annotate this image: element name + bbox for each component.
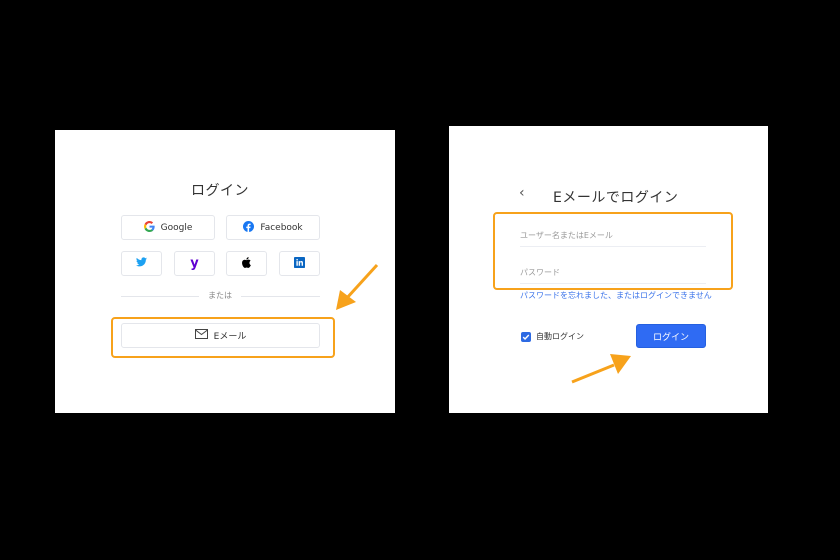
twitter-icon: [136, 257, 147, 270]
facebook-login-button[interactable]: Facebook: [226, 215, 320, 240]
login-button[interactable]: ログイン: [636, 324, 706, 348]
email-button-label: Eメール: [213, 332, 247, 342]
linkedin-login-button[interactable]: [279, 251, 320, 276]
login-title: ログイン: [191, 183, 249, 199]
arrow-annotation-icon: [336, 263, 379, 310]
divider-left: [121, 296, 199, 297]
email-login-title: Eメールでログイン: [553, 190, 679, 206]
mail-icon: [194, 329, 208, 342]
forgot-password-link[interactable]: パスワードを忘れました、またはログインできません: [520, 290, 712, 301]
facebook-icon: [243, 220, 255, 235]
divider-right: [241, 296, 320, 297]
yahoo-login-button[interactable]: y: [174, 251, 215, 276]
auto-login-label: 自動ログイン: [536, 332, 584, 341]
twitter-login-button[interactable]: [121, 251, 162, 276]
password-input[interactable]: [520, 258, 706, 284]
or-divider-text: または: [208, 291, 232, 300]
google-icon: [143, 220, 155, 235]
google-login-button[interactable]: Google: [121, 215, 215, 240]
chevron-left-icon: ‹: [519, 185, 525, 201]
google-label: Google: [160, 222, 193, 233]
arrow-annotation-icon: [571, 354, 631, 384]
back-button[interactable]: ‹: [519, 185, 525, 201]
username-input[interactable]: [520, 221, 706, 247]
apple-login-button[interactable]: [226, 251, 267, 276]
apple-icon: [242, 256, 251, 271]
email-login-button[interactable]: Eメール: [121, 323, 320, 348]
linkedin-icon: [294, 256, 305, 271]
yahoo-icon: y: [190, 256, 199, 271]
checkbox-checked-icon[interactable]: [521, 331, 531, 342]
facebook-label: Facebook: [260, 222, 303, 233]
auto-login-checkbox[interactable]: 自動ログイン: [521, 331, 584, 342]
